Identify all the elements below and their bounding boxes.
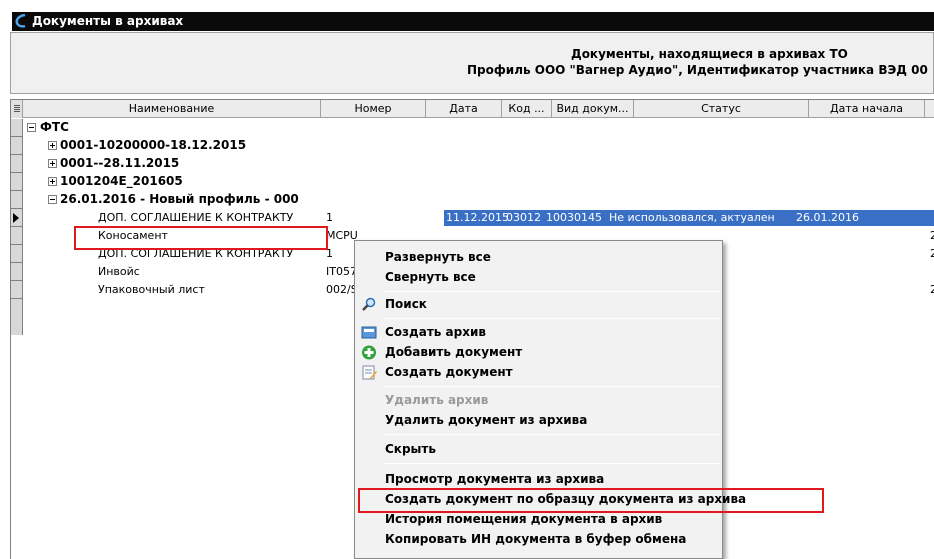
row-indicator[interactable] (11, 227, 23, 245)
tree-node-archive-open[interactable]: 26.01.2016 - Новый профиль - 000 (24, 191, 934, 209)
column-header-status[interactable]: Статус (634, 100, 809, 118)
selected-doc-kind: 10030145 (546, 211, 602, 224)
document-name: Упаковочный лист (98, 283, 205, 296)
menu-item-create-archive[interactable]: Создать архив (355, 322, 722, 342)
menu-separator (383, 434, 720, 435)
column-header-date[interactable]: Дата (426, 100, 502, 118)
current-row-arrow-icon (13, 213, 19, 223)
expand-icon[interactable] (48, 177, 57, 186)
row-indicator[interactable] (11, 173, 23, 191)
menu-item-label: Удалить документ из архива (385, 413, 588, 427)
document-name: Инвойс (98, 265, 140, 278)
menu-item-label: Скрыть (385, 442, 436, 456)
column-header-number[interactable]: Номер (321, 100, 426, 118)
create-archive-icon (361, 326, 377, 339)
menu-item-delete-document[interactable]: Удалить документ из архива (355, 410, 722, 430)
table-row-selected[interactable]: ДОП. СОГЛАШЕНИЕ К КОНТРАКТУ 1 11.12.2015… (24, 209, 934, 227)
selected-start-date: 26.01.2016 (796, 211, 859, 224)
menu-separator (383, 386, 720, 387)
menu-item-expand-all[interactable]: Развернуть все (355, 247, 722, 267)
tree-node-label: 0001-10200000-18.12.2015 (60, 138, 247, 152)
menu-separator (383, 463, 720, 464)
create-document-icon (362, 365, 377, 380)
menu-separator (383, 291, 720, 292)
row-indicator[interactable] (11, 281, 23, 299)
tree-node-archive[interactable]: 0001--28.11.2015 (24, 155, 934, 173)
menu-item-hide[interactable]: Скрыть (355, 439, 722, 459)
selected-code: 03012 (506, 211, 541, 224)
collapse-icon[interactable] (48, 195, 57, 204)
document-number: IT057 (326, 265, 357, 278)
menu-item-label: Создать документ (385, 365, 513, 379)
document-extra: 2 (930, 283, 934, 296)
tree-node-archive[interactable]: 0001-10200000-18.12.2015 (24, 137, 934, 155)
tree-node-label: ФТС (40, 120, 69, 134)
menu-item-label: Развернуть все (385, 250, 491, 264)
menu-item-add-document[interactable]: Добавить документ (355, 342, 722, 362)
row-indicator[interactable] (11, 191, 23, 209)
expand-icon[interactable] (48, 141, 57, 150)
row-indicator[interactable] (11, 137, 23, 155)
menu-item-copy-id[interactable]: Копировать ИН документа в буфер обмена (355, 529, 722, 549)
window-titlebar: Документы в архивах (12, 12, 934, 31)
header-line-1: Документы, находящиеся в архивах ТО (571, 47, 848, 61)
collapse-icon[interactable] (27, 123, 36, 132)
tree-node-archive[interactable]: 1001204E_201605 (24, 173, 934, 191)
tree-node-label: 1001204E_201605 (60, 174, 183, 188)
column-header-row: Наименование Номер Дата Код ... Вид доку… (11, 100, 934, 118)
selected-row-values[interactable]: 11.12.2015 03012 10030145 Не использовал… (444, 210, 934, 226)
column-header-doc-kind[interactable]: Вид докум... (552, 100, 634, 118)
column-header-code[interactable]: Код ... (502, 100, 552, 118)
menu-item-label: Добавить документ (385, 345, 523, 359)
row-indicator-column (11, 119, 23, 335)
menu-item-label: Просмотр документа из архива (385, 472, 605, 486)
document-extra: 2 (930, 229, 934, 242)
menu-item-view-document[interactable]: Просмотр документа из архива (355, 469, 722, 489)
row-indicator-current[interactable] (11, 209, 23, 227)
add-icon (362, 345, 376, 360)
row-indicator[interactable] (11, 245, 23, 263)
menu-item-search[interactable]: Поиск (355, 294, 722, 314)
menu-separator (383, 318, 720, 319)
document-number: 002/S (326, 283, 358, 296)
selected-date: 11.12.2015 (446, 211, 509, 224)
menu-item-label: Копировать ИН документа в буфер обмена (385, 532, 687, 546)
menu-item-label: Создать архив (385, 325, 486, 339)
highlight-selected-document (74, 226, 328, 250)
report-header: Документы, находящиеся в архивах ТО Проф… (10, 32, 934, 94)
menu-item-delete-archive[interactable]: Удалить архив (355, 390, 722, 410)
document-extra: 2 (930, 247, 934, 260)
highlight-menu-item (358, 488, 824, 513)
menu-item-create-document[interactable]: Создать документ (355, 362, 722, 382)
document-name: ДОП. СОГЛАШЕНИЕ К КОНТРАКТУ (98, 211, 294, 224)
expand-icon[interactable] (48, 159, 57, 168)
document-number: 1 (326, 211, 333, 224)
column-header-name[interactable]: Наименование (23, 100, 321, 118)
row-indicator[interactable] (11, 155, 23, 173)
app-logo-icon (15, 14, 26, 28)
header-line-2: Профиль ООО "Вагнер Аудио", Идентификато… (467, 63, 928, 77)
row-indicator[interactable] (11, 263, 23, 281)
tree-node-label: 26.01.2016 - Новый профиль - 000 (60, 192, 299, 206)
row-indicator[interactable] (11, 119, 23, 137)
menu-item-collapse-all[interactable]: Свернуть все (355, 267, 722, 287)
column-header-start-date[interactable]: Дата начала (809, 100, 925, 118)
search-icon (362, 297, 376, 311)
menu-item-label: История помещения документа в архив (385, 512, 663, 526)
tree-node-root[interactable]: ФТС (24, 119, 934, 137)
menu-item-label: Поиск (385, 297, 427, 311)
column-chooser-icon[interactable] (11, 100, 23, 118)
tree-node-label: 0001--28.11.2015 (60, 156, 180, 170)
window-title: Документы в архивах (32, 14, 184, 28)
menu-item-label: Удалить архив (385, 393, 489, 407)
selected-status: Не использовался, актуален (609, 211, 775, 224)
menu-item-label: Свернуть все (385, 270, 476, 284)
